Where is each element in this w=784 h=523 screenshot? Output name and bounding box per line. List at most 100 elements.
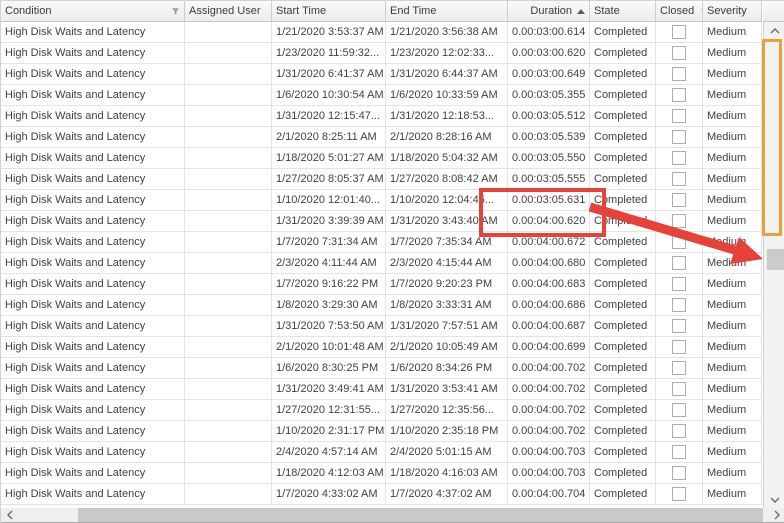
cell-end-time: 1/31/2020 6:44:37 AM bbox=[386, 64, 508, 85]
header-filler-cell bbox=[763, 1, 784, 22]
cell-state: Completed bbox=[590, 85, 656, 106]
closed-checkbox[interactable] bbox=[672, 67, 686, 81]
cell-start-time: 1/8/2020 3:29:30 AM bbox=[272, 295, 386, 316]
table-row[interactable]: High Disk Waits and Latency 1/31/2020 7:5… bbox=[1, 316, 763, 337]
cell-condition: High Disk Waits and Latency bbox=[1, 169, 185, 190]
closed-checkbox[interactable] bbox=[672, 25, 686, 39]
cell-start-time: 1/6/2020 8:30:25 PM bbox=[272, 358, 386, 379]
cell-end-time: 1/6/2020 10:33:59 AM bbox=[386, 85, 508, 106]
cell-assigned-user bbox=[185, 148, 272, 169]
horizontal-scrollbar-thumb[interactable] bbox=[78, 508, 763, 522]
cell-assigned-user bbox=[185, 295, 272, 316]
closed-checkbox[interactable] bbox=[672, 340, 686, 354]
closed-checkbox[interactable] bbox=[672, 319, 686, 333]
table-row[interactable]: High Disk Waits and Latency 1/21/2020 3:5… bbox=[1, 22, 763, 43]
scroll-down-button[interactable] bbox=[765, 491, 784, 508]
vertical-scrollbar-thumb[interactable] bbox=[767, 249, 784, 270]
table-row[interactable]: High Disk Waits and Latency 2/3/2020 4:11… bbox=[1, 253, 763, 274]
scroll-up-button[interactable] bbox=[765, 22, 784, 39]
column-header-assigned-user[interactable]: Assigned User bbox=[185, 1, 272, 22]
column-header-condition[interactable]: Condition bbox=[1, 1, 185, 22]
closed-checkbox[interactable] bbox=[672, 256, 686, 270]
cell-duration: 0.00:03:00.620 bbox=[508, 43, 590, 64]
table-row[interactable]: High Disk Waits and Latency 1/6/2020 8:30… bbox=[1, 358, 763, 379]
closed-checkbox[interactable] bbox=[672, 445, 686, 459]
table-row[interactable]: High Disk Waits and Latency 1/27/2020 12:… bbox=[1, 400, 763, 421]
closed-checkbox[interactable] bbox=[672, 46, 686, 60]
closed-checkbox[interactable] bbox=[672, 109, 686, 123]
cell-duration: 0.00:04:00.702 bbox=[508, 421, 590, 442]
cell-closed bbox=[656, 274, 703, 295]
closed-checkbox[interactable] bbox=[672, 130, 686, 144]
column-header-state[interactable]: State bbox=[590, 1, 656, 22]
cell-condition: High Disk Waits and Latency bbox=[1, 253, 185, 274]
closed-checkbox[interactable] bbox=[672, 214, 686, 228]
closed-checkbox[interactable] bbox=[672, 298, 686, 312]
closed-checkbox[interactable] bbox=[672, 88, 686, 102]
cell-severity: Medium bbox=[703, 379, 762, 400]
cell-closed bbox=[656, 85, 703, 106]
cell-closed bbox=[656, 127, 703, 148]
table-row[interactable]: High Disk Waits and Latency 1/10/2020 2:3… bbox=[1, 421, 763, 442]
cell-duration: 0.00:04:00.702 bbox=[508, 379, 590, 400]
closed-checkbox[interactable] bbox=[672, 151, 686, 165]
column-header-label: Start Time bbox=[276, 5, 327, 17]
cell-severity: Medium bbox=[703, 463, 762, 484]
filter-button-condition[interactable] bbox=[171, 7, 180, 16]
closed-checkbox[interactable] bbox=[672, 403, 686, 417]
table-row[interactable]: High Disk Waits and Latency 1/18/2020 4:1… bbox=[1, 463, 763, 484]
closed-checkbox[interactable] bbox=[672, 361, 686, 375]
table-row[interactable]: High Disk Waits and Latency 1/10/2020 12:… bbox=[1, 190, 763, 211]
table-row[interactable]: High Disk Waits and Latency 1/6/2020 10:3… bbox=[1, 85, 763, 106]
table-row[interactable]: High Disk Waits and Latency 1/18/2020 5:0… bbox=[1, 148, 763, 169]
table-row[interactable]: High Disk Waits and Latency 2/4/2020 4:57… bbox=[1, 442, 763, 463]
table-row[interactable]: High Disk Waits and Latency 1/31/2020 12:… bbox=[1, 106, 763, 127]
cell-duration: 0.00:04:00.680 bbox=[508, 253, 590, 274]
table-row[interactable]: High Disk Waits and Latency 1/31/2020 3:4… bbox=[1, 379, 763, 400]
closed-checkbox[interactable] bbox=[672, 424, 686, 438]
closed-checkbox[interactable] bbox=[672, 235, 686, 249]
chevron-left-icon bbox=[6, 510, 13, 520]
cell-state: Completed bbox=[590, 421, 656, 442]
column-header-end-time[interactable]: End Time bbox=[386, 1, 508, 22]
column-header-duration[interactable]: Duration bbox=[508, 1, 590, 22]
closed-checkbox[interactable] bbox=[672, 382, 686, 396]
cell-severity: Medium bbox=[703, 169, 762, 190]
cell-assigned-user bbox=[185, 337, 272, 358]
table-row[interactable]: High Disk Waits and Latency 1/31/2020 6:4… bbox=[1, 64, 763, 85]
table-row[interactable]: High Disk Waits and Latency 1/7/2020 7:31… bbox=[1, 232, 763, 253]
table-row[interactable]: High Disk Waits and Latency 1/8/2020 3:29… bbox=[1, 295, 763, 316]
cell-closed bbox=[656, 400, 703, 421]
cell-assigned-user bbox=[185, 316, 272, 337]
table-row[interactable]: High Disk Waits and Latency 2/1/2020 8:25… bbox=[1, 127, 763, 148]
table-row[interactable]: High Disk Waits and Latency 1/27/2020 8:0… bbox=[1, 169, 763, 190]
table-row[interactable]: High Disk Waits and Latency 1/7/2020 9:16… bbox=[1, 274, 763, 295]
column-header-severity[interactable]: Severity bbox=[703, 1, 762, 22]
closed-checkbox[interactable] bbox=[672, 466, 686, 480]
table-row[interactable]: High Disk Waits and Latency 1/23/2020 11:… bbox=[1, 43, 763, 64]
scroll-right-button[interactable] bbox=[768, 508, 784, 522]
horizontal-scrollbar[interactable] bbox=[1, 508, 784, 522]
column-header-closed[interactable]: Closed bbox=[656, 1, 703, 22]
table-row[interactable]: High Disk Waits and Latency 2/1/2020 10:0… bbox=[1, 337, 763, 358]
closed-checkbox[interactable] bbox=[672, 277, 686, 291]
table-row[interactable]: High Disk Waits and Latency 1/31/2020 3:3… bbox=[1, 211, 763, 232]
cell-assigned-user bbox=[185, 400, 272, 421]
cell-severity: Medium bbox=[703, 400, 762, 421]
cell-closed bbox=[656, 337, 703, 358]
cell-closed bbox=[656, 190, 703, 211]
cell-condition: High Disk Waits and Latency bbox=[1, 379, 185, 400]
cell-state: Completed bbox=[590, 400, 656, 421]
cell-start-time: 1/31/2020 3:39:39 AM bbox=[272, 211, 386, 232]
closed-checkbox[interactable] bbox=[672, 172, 686, 186]
cell-condition: High Disk Waits and Latency bbox=[1, 337, 185, 358]
scroll-left-button[interactable] bbox=[1, 508, 18, 522]
table-row[interactable]: High Disk Waits and Latency 1/7/2020 4:33… bbox=[1, 484, 763, 505]
cell-assigned-user bbox=[185, 421, 272, 442]
closed-checkbox[interactable] bbox=[672, 193, 686, 207]
cell-state: Completed bbox=[590, 148, 656, 169]
closed-checkbox[interactable] bbox=[672, 487, 686, 501]
cell-condition: High Disk Waits and Latency bbox=[1, 295, 185, 316]
cell-end-time: 1/31/2020 3:53:41 AM bbox=[386, 379, 508, 400]
column-header-start-time[interactable]: Start Time bbox=[272, 1, 386, 22]
